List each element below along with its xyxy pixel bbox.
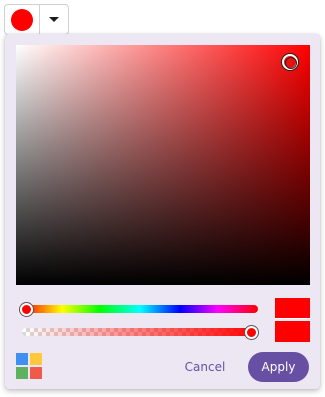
hue-slider-handle[interactable] — [20, 303, 33, 316]
new-color-preview — [275, 321, 310, 342]
apply-button[interactable]: Apply — [248, 352, 309, 382]
palette-mode-switch-icon[interactable] — [15, 352, 43, 380]
spectrum-handle[interactable] — [282, 54, 298, 70]
dropdown-toggle[interactable] — [40, 5, 68, 34]
hue-slider-track[interactable] — [22, 305, 258, 313]
opacity-slider-track[interactable] — [22, 328, 258, 336]
selected-color-swatch — [11, 8, 33, 31]
opacity-slider-handle[interactable] — [245, 326, 258, 339]
selected-color-preview[interactable] — [5, 5, 40, 34]
palette-swatch-green — [16, 367, 28, 379]
color-picker-popup: Cancel Apply — [5, 34, 320, 389]
color-picker-dropdown[interactable] — [4, 4, 69, 35]
color-spectrum-area[interactable] — [16, 45, 310, 285]
palette-swatch-blue — [16, 353, 28, 365]
palette-swatch-red — [30, 367, 42, 379]
current-color-preview — [275, 298, 310, 319]
chevron-down-icon — [49, 17, 59, 22]
cancel-button[interactable]: Cancel — [177, 352, 233, 382]
palette-swatch-yellow — [30, 353, 42, 365]
